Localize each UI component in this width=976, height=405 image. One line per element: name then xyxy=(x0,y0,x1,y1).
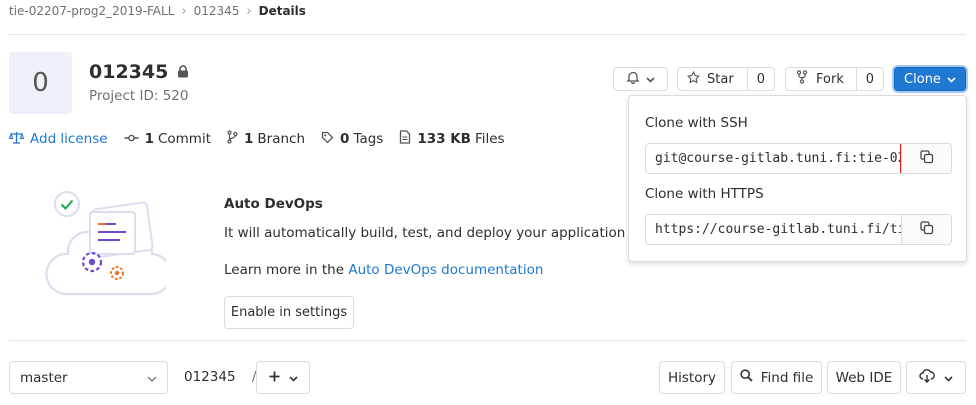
tags-count: 0 xyxy=(340,131,350,147)
clone-https-field: https://course-gitlab.tuni.fi/tie-02207-… xyxy=(645,214,952,245)
scale-icon xyxy=(8,131,30,148)
commits-label: Commit xyxy=(157,131,211,147)
repo-root-link[interactable]: 012345 xyxy=(184,369,236,385)
clone-label: Clone xyxy=(904,71,941,87)
divider xyxy=(9,34,966,35)
commits-count: 1 xyxy=(144,131,154,147)
notification-button[interactable] xyxy=(613,67,668,91)
copy-icon xyxy=(919,149,934,168)
enable-in-settings-button[interactable]: Enable in settings xyxy=(224,296,354,329)
files-size: 133 KB xyxy=(417,131,471,147)
history-button[interactable]: History xyxy=(659,361,725,394)
project-title: 012345 xyxy=(89,61,189,83)
clone-button[interactable]: Clone xyxy=(894,67,966,91)
find-file-label: Find file xyxy=(760,369,814,386)
auto-devops-learn-more: Learn more in the Auto DevOps documentat… xyxy=(224,262,543,278)
tags-label: Tags xyxy=(353,131,384,147)
commit-icon xyxy=(124,131,145,147)
chevron-right-icon: › xyxy=(246,3,252,19)
fork-button[interactable]: Fork 0 xyxy=(785,67,884,91)
learn-more-prefix: Learn more in the xyxy=(224,262,349,278)
breadcrumb-group-link[interactable]: tie-02207-prog2_2019-FALL xyxy=(9,4,174,18)
copy-https-url-button[interactable] xyxy=(901,215,951,244)
project-id: Project ID: 520 xyxy=(89,88,189,104)
breadcrumb-project-link[interactable]: 012345 xyxy=(194,4,240,18)
copy-icon xyxy=(919,220,934,239)
clone-ssh-field: git@course-gitlab.tuni.fi:tie-02207-prog… xyxy=(645,143,952,174)
commits-link[interactable]: 1 Commit xyxy=(124,131,211,147)
repo-path-breadcrumb: 012345 / xyxy=(184,369,256,385)
search-icon xyxy=(740,369,753,386)
plus-icon xyxy=(269,370,280,386)
chevron-down-icon xyxy=(944,370,953,386)
download-dropdown-button[interactable] xyxy=(906,361,966,394)
chevron-down-icon xyxy=(646,72,655,87)
project-avatar[interactable]: 0 xyxy=(9,52,72,114)
clone-https-input[interactable]: https://course-gitlab.tuni.fi/tie-02207-… xyxy=(646,215,901,244)
lock-icon xyxy=(177,61,189,83)
breadcrumb: tie-02207-prog2_2019-FALL › 012345 › Det… xyxy=(9,3,306,19)
tags-link[interactable]: 0 Tags xyxy=(321,131,383,148)
web-ide-button[interactable]: Web IDE xyxy=(827,361,901,394)
find-file-button[interactable]: Find file xyxy=(731,361,822,394)
branches-label: Branch xyxy=(257,131,306,147)
breadcrumb-current: Details xyxy=(258,4,306,18)
chevron-right-icon: › xyxy=(181,3,187,19)
branch-select[interactable]: master xyxy=(9,361,168,394)
auto-devops-docs-link[interactable]: Auto DevOps documentation xyxy=(348,262,543,278)
files-label: Files xyxy=(474,131,505,147)
fork-icon xyxy=(796,70,808,88)
star-count[interactable]: 0 xyxy=(746,68,774,90)
chevron-down-icon xyxy=(288,370,298,386)
branches-link[interactable]: 1 Branch xyxy=(227,130,305,148)
divider xyxy=(9,340,966,341)
add-new-dropdown-button[interactable] xyxy=(256,361,310,394)
project-name: 012345 xyxy=(89,61,169,83)
chevron-down-icon xyxy=(147,370,157,386)
auto-devops-illustration xyxy=(40,184,173,299)
branch-select-value: master xyxy=(20,369,68,386)
copy-ssh-url-button[interactable] xyxy=(900,144,951,173)
clone-https-label: Clone with HTTPS xyxy=(645,186,764,202)
add-license-label[interactable]: Add license xyxy=(30,131,108,147)
auto-devops-description: It will automatically build, test, and d… xyxy=(224,225,671,241)
bell-icon xyxy=(626,70,640,88)
star-button[interactable]: Star 0 xyxy=(677,67,775,91)
tag-icon xyxy=(321,131,340,148)
chevron-down-icon xyxy=(947,72,956,87)
fork-count[interactable]: 0 xyxy=(855,68,883,90)
file-icon xyxy=(399,130,417,148)
star-icon xyxy=(686,70,701,88)
project-stats: Add license 1 Commit 1 Branch 0 Tags 133… xyxy=(8,130,521,148)
files-link[interactable]: 133 KB Files xyxy=(399,130,505,148)
fork-label: Fork xyxy=(816,71,844,87)
add-license-link[interactable]: Add license xyxy=(8,131,108,148)
branches-count: 1 xyxy=(244,131,254,147)
branch-icon xyxy=(227,130,244,148)
star-label: Star xyxy=(707,71,734,87)
download-icon xyxy=(919,368,935,387)
clone-ssh-input[interactable]: git@course-gitlab.tuni.fi:tie-02207-prog… xyxy=(646,144,901,173)
clone-dropdown: Clone with SSH git@course-gitlab.tuni.fi… xyxy=(628,95,967,262)
clone-ssh-label: Clone with SSH xyxy=(645,115,748,131)
auto-devops-title: Auto DevOps xyxy=(224,196,323,212)
